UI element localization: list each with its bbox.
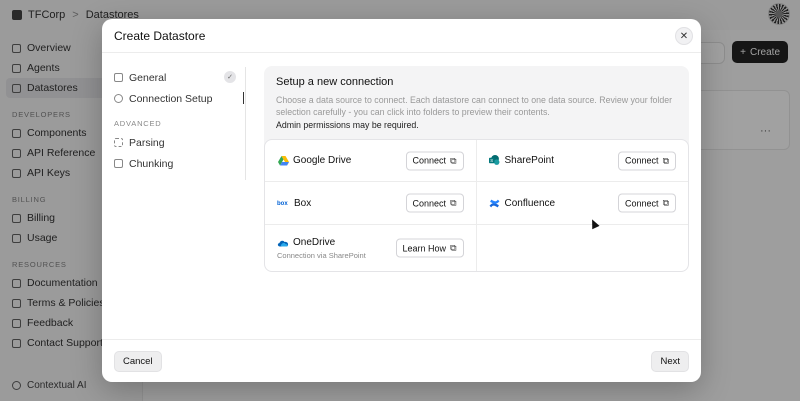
provider-subtitle: Connection via SharePoint <box>277 250 366 260</box>
connect-sharepoint-button[interactable]: Connect ⧉ <box>618 151 676 170</box>
modal-title: Create Datastore <box>114 28 206 43</box>
step-label: Parsing <box>129 136 165 149</box>
external-link-icon: ⧉ <box>450 197 457 208</box>
connect-confluence-button[interactable]: Connect ⧉ <box>618 193 676 213</box>
step-parsing[interactable]: Parsing <box>114 132 244 153</box>
layout-icon <box>114 73 123 82</box>
cloud-upload-icon <box>114 94 123 103</box>
modal-header: Create Datastore ✕ <box>102 19 701 53</box>
step-label: General <box>129 71 167 84</box>
provider-name: Confluence <box>504 197 556 209</box>
cancel-button[interactable]: Cancel <box>114 351 162 372</box>
columns-icon <box>114 159 123 168</box>
next-button[interactable]: Next <box>651 351 689 372</box>
active-step-indicator <box>242 92 244 104</box>
provider-sharepoint: S SharePoint Connect ⧉ <box>476 140 688 182</box>
external-link-icon: ⧉ <box>662 197 669 208</box>
svg-text:S: S <box>490 158 493 163</box>
provider-box: box Box Connect ⧉ <box>265 182 477 225</box>
box-logo-icon: box <box>277 197 290 209</box>
empty-grid-cell <box>477 225 689 271</box>
step-connection-setup[interactable]: Connection Setup <box>114 88 244 109</box>
provider-confluence: Confluence Connect ⧉ <box>476 182 688 225</box>
connect-box-button[interactable]: Connect ⧉ <box>405 193 464 213</box>
modal-footer: Cancel Next <box>102 339 701 382</box>
learn-how-onedrive-button[interactable]: Learn How ⧉ <box>395 238 464 258</box>
step-label: Connection Setup <box>129 92 213 105</box>
provider-name: Google Drive <box>293 155 352 166</box>
sharepoint-icon: S <box>489 155 501 167</box>
button-label: Connect <box>625 155 659 166</box>
connection-description: Choose a data source to connect. Each da… <box>276 95 673 117</box>
create-datastore-modal: Create Datastore ✕ General ✓ Connection … <box>102 19 701 382</box>
svg-text:box: box <box>277 201 288 207</box>
provider-name: OneDrive <box>293 237 336 248</box>
button-label: Connect <box>412 198 447 208</box>
google-drive-icon <box>277 155 289 167</box>
connection-heading: Setup a new connection <box>276 76 394 88</box>
confluence-icon <box>489 197 501 209</box>
provider-name: Box <box>294 197 312 209</box>
steps-section-advanced: ADVANCED <box>114 119 162 128</box>
provider-grid: Google Drive Connect ⧉ S SharePoint Conn… <box>264 139 689 272</box>
provider-google-drive: Google Drive Connect ⧉ <box>265 140 477 182</box>
admin-note: Admin permissions may be required. <box>276 120 419 130</box>
steps-divider <box>245 67 246 180</box>
close-button[interactable]: ✕ <box>675 27 693 45</box>
button-label: Connect <box>412 155 447 166</box>
external-link-icon: ⧉ <box>662 155 669 165</box>
check-icon: ✓ <box>224 71 236 83</box>
close-icon: ✕ <box>679 30 689 42</box>
external-link-icon: ⧉ <box>450 242 457 253</box>
onedrive-icon <box>277 237 289 249</box>
wizard-steps: General ✓ Connection Setup ADVANCED Pars… <box>114 67 244 187</box>
step-chunking[interactable]: Chunking <box>114 153 244 174</box>
provider-name: SharePoint <box>504 155 554 166</box>
button-label: Connect <box>625 198 659 208</box>
button-label: Learn How <box>402 243 447 253</box>
external-link-icon: ⧉ <box>450 155 457 165</box>
connect-google-drive-button[interactable]: Connect ⧉ <box>405 151 464 170</box>
scan-icon <box>114 138 123 147</box>
step-general[interactable]: General ✓ <box>114 67 244 88</box>
connection-content: Setup a new connection Choose a data sou… <box>264 66 689 272</box>
step-label: Chunking <box>129 157 174 170</box>
provider-onedrive: OneDrive Connection via SharePoint Learn… <box>265 225 477 271</box>
